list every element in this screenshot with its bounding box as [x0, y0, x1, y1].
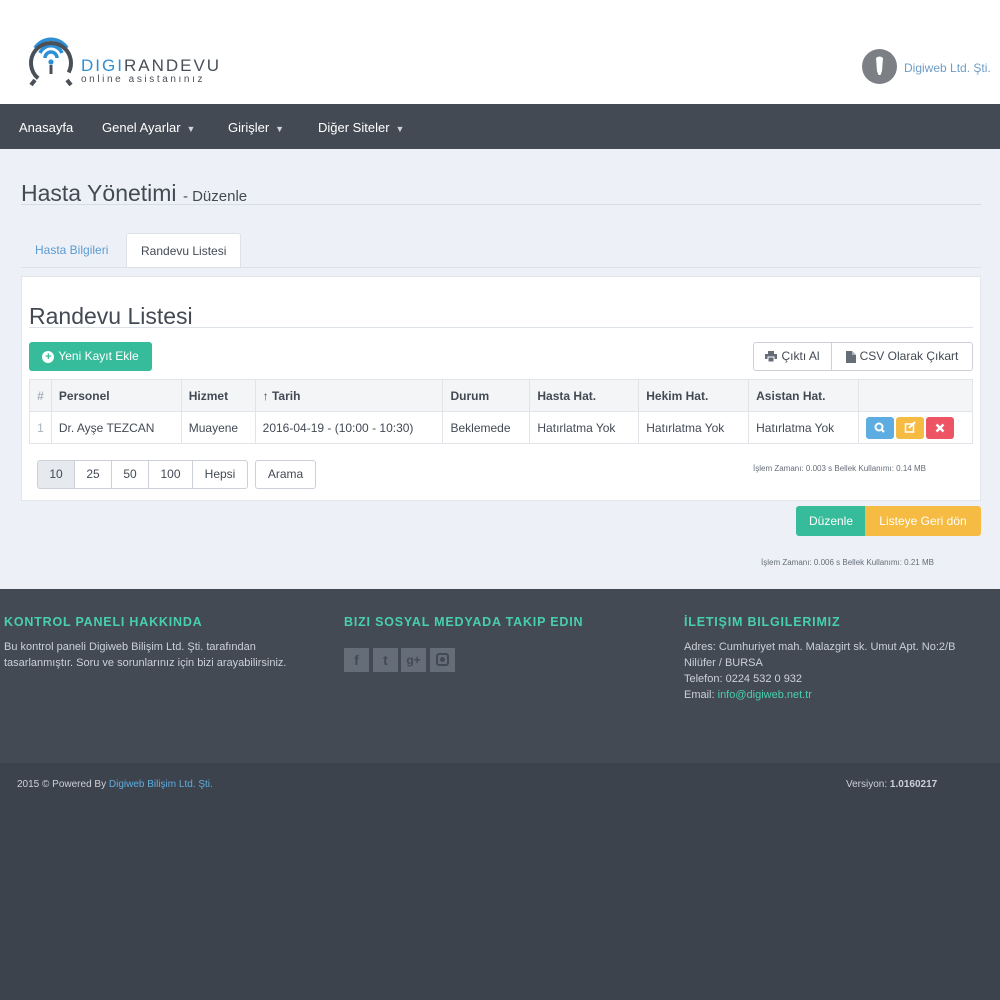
- table-header-row: # Personel Hizmet ↑ Tarih Durum Hasta Ha…: [29, 379, 973, 412]
- main-navbar: Anasayfa Genel Ayarlar ▼ Girişler ▼ Diğer …: [0, 104, 1000, 149]
- cell-personel: Dr. Ayşe TEZCAN: [50, 411, 182, 444]
- view-button[interactable]: [866, 416, 895, 439]
- bottom-bar: 2015 © Powered By Digiweb Bilişim Ltd. Ş…: [0, 763, 1000, 1000]
- google-plus-icon[interactable]: g+: [401, 648, 426, 672]
- edit-button[interactable]: [896, 416, 925, 439]
- nav-item-genel-ayarlar[interactable]: Genel Ayarlar ▼: [102, 120, 195, 135]
- divider: [29, 327, 973, 328]
- footer: KONTROL PANELI HAKKINDA Bu kontrol panel…: [0, 589, 1000, 763]
- footer-about-text: Bu kontrol paneli Digiweb Bilişim Ltd. Ş…: [4, 641, 287, 669]
- copyright: 2015 © Powered By Digiweb Bilişim Ltd. Ş…: [17, 779, 213, 790]
- nav-item-girisler[interactable]: Girişler ▼: [228, 120, 284, 135]
- nav-item-diger-siteler[interactable]: Diğer Siteler ▼: [318, 120, 404, 135]
- edit-icon: [904, 420, 916, 433]
- page-size-all[interactable]: Hepsi: [192, 460, 248, 489]
- divider: [21, 204, 981, 205]
- page-size-25[interactable]: 25: [74, 460, 112, 489]
- actions-column-header: [858, 379, 973, 412]
- cell-durum: Beklemede: [442, 411, 531, 444]
- column-header[interactable]: Hasta Hat.: [529, 379, 640, 412]
- column-header[interactable]: Hizmet: [180, 379, 256, 412]
- file-icon: [845, 350, 856, 363]
- print-button[interactable]: Çıktı Al: [753, 342, 832, 371]
- search-icon: [874, 422, 885, 433]
- add-record-button[interactable]: + Yeni Kayıt Ekle: [29, 342, 152, 371]
- back-to-list-button[interactable]: Listeye Geri dön: [865, 506, 981, 536]
- tab-divider: [21, 267, 981, 268]
- logo-title: DIGIRANDEVU: [81, 56, 222, 75]
- appointments-table: # Personel Hizmet ↑ Tarih Durum Hasta Ha…: [29, 379, 973, 444]
- footer-contact-title: İLETIŞIM BILGILERIMIZ: [684, 615, 841, 629]
- close-icon: [935, 423, 945, 432]
- footer-contact-info: Adres: Cumhuriyet mah. Malazgirt sk. Umu…: [684, 641, 956, 701]
- phone: Telefon: 0224 532 0 932: [684, 673, 803, 685]
- footer-social-title: BIZI SOSYAL MEDYADA TAKIP EDIN: [344, 615, 584, 629]
- column-header-sorted[interactable]: ↑ Tarih: [254, 379, 444, 412]
- page-size-selector: 10 25 50 100 Hepsi: [37, 460, 248, 489]
- plus-circle-icon: +: [42, 351, 55, 363]
- appointments-panel: Randevu Listesi + Yeni Kayıt Ekle Çıktı A…: [21, 276, 981, 501]
- edit-save-button[interactable]: Düzenle: [796, 506, 866, 536]
- address-line: Nilüfer / BURSA: [684, 657, 763, 669]
- facebook-icon[interactable]: f: [344, 648, 369, 672]
- page-title: Hasta Yönetimi - Düzenle: [21, 180, 248, 206]
- footer-about-title: KONTROL PANELI HAKKINDA: [4, 615, 203, 629]
- delete-button[interactable]: [926, 416, 955, 439]
- cell-asistan-hat: Hatırlatma Yok: [748, 411, 860, 444]
- performance-info: İşlem Zamanı: 0.006 s Bellek Kullanımı: …: [761, 558, 934, 567]
- print-icon: [765, 351, 778, 363]
- column-header[interactable]: Asistan Hat.: [748, 379, 860, 412]
- instagram-icon[interactable]: [430, 648, 455, 672]
- page-size-50[interactable]: 50: [111, 460, 149, 489]
- cell-hasta-hat: Hatırlatma Yok: [529, 411, 640, 444]
- chevron-down-icon: ▼: [186, 124, 196, 134]
- csv-export-button[interactable]: CSV Olarak Çıkart: [831, 342, 973, 371]
- column-header: #: [29, 379, 52, 412]
- header: DIGIRANDEVU online asistanınız Digiweb L…: [0, 0, 1000, 104]
- logo-subtitle: online asistanınız: [81, 74, 206, 85]
- chevron-down-icon: ▼: [275, 124, 285, 134]
- panel-title: Randevu Listesi: [29, 303, 193, 329]
- cell-hizmet: Muayene: [180, 411, 256, 444]
- user-avatar-icon[interactable]: [862, 49, 897, 84]
- page-subtitle: - Düzenle: [182, 188, 248, 205]
- logo-icon: [28, 37, 73, 86]
- tab-randevu-listesi[interactable]: Randevu Listesi: [126, 233, 242, 268]
- column-header[interactable]: Durum: [442, 379, 531, 412]
- nav-item-anasayfa[interactable]: Anasayfa: [19, 120, 73, 135]
- row-actions: [858, 411, 973, 444]
- twitter-icon[interactable]: t: [373, 648, 398, 672]
- version-info: Versiyon: 1.0160217: [846, 779, 938, 790]
- cell-hekim-hat: Hatırlatma Yok: [638, 411, 750, 444]
- search-button[interactable]: Arama: [255, 460, 316, 489]
- email-link[interactable]: info@digiweb.net.tr: [718, 689, 812, 701]
- user-name[interactable]: Digiweb Ltd. Şti.: [904, 61, 991, 75]
- page-size-10[interactable]: 10: [37, 460, 75, 489]
- tab-hasta-bilgileri[interactable]: Hasta Bilgileri: [21, 233, 122, 268]
- chevron-down-icon: ▼: [395, 124, 405, 134]
- row-number: 1: [29, 411, 52, 444]
- table-row: 1 Dr. Ayşe TEZCAN Muayene 2016-04-19 - (…: [29, 411, 973, 444]
- column-header[interactable]: Personel: [50, 379, 182, 412]
- main-content: Hasta Yönetimi - Düzenle Hasta Bilgileri…: [0, 149, 1000, 589]
- performance-info: İşlem Zamanı: 0.003 s Bellek Kullanımı: …: [753, 464, 926, 473]
- cell-tarih: 2016-04-19 - (10:00 - 10:30): [254, 411, 444, 444]
- page-size-100[interactable]: 100: [148, 460, 193, 489]
- company-link[interactable]: Digiweb Bilişim Ltd. Şti.: [109, 779, 213, 790]
- column-header[interactable]: Hekim Hat.: [638, 379, 750, 412]
- address-line: Adres: Cumhuriyet mah. Malazgirt sk. Umu…: [684, 641, 956, 653]
